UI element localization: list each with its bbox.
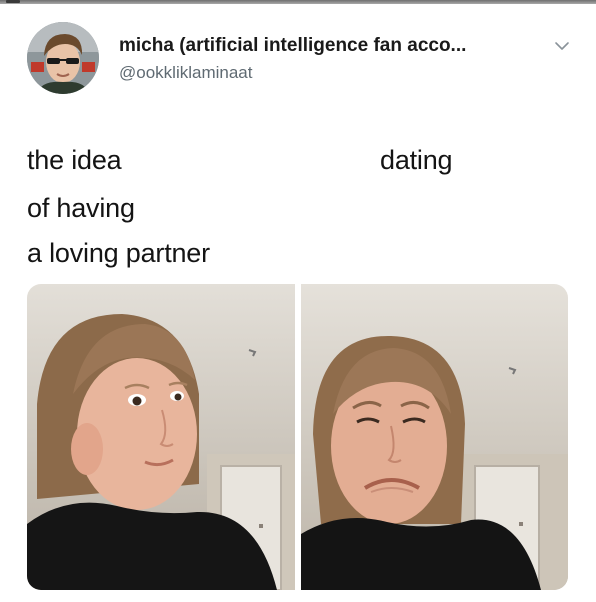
photo-left-illustration [27,284,295,590]
user-handle[interactable]: @ookkliklaminaat [119,63,252,83]
display-name[interactable]: micha (artificial intelligence fan acco.… [119,35,466,57]
top-window-edge [0,0,596,4]
avatar-illustration [27,22,99,94]
tweet-text-line-1: the idea [27,145,122,175]
chevron-down-icon[interactable] [553,37,571,55]
top-edge-marker [6,0,20,3]
tweet-text-right: dating [380,145,453,175]
tweet-text-line-2: of having [27,193,135,223]
avatar[interactable] [27,22,99,94]
photo-right-illustration [301,284,568,590]
photo-right[interactable] [301,284,568,590]
photo-left[interactable] [27,284,295,590]
tweet-text-line-3: a loving partner [27,238,210,268]
